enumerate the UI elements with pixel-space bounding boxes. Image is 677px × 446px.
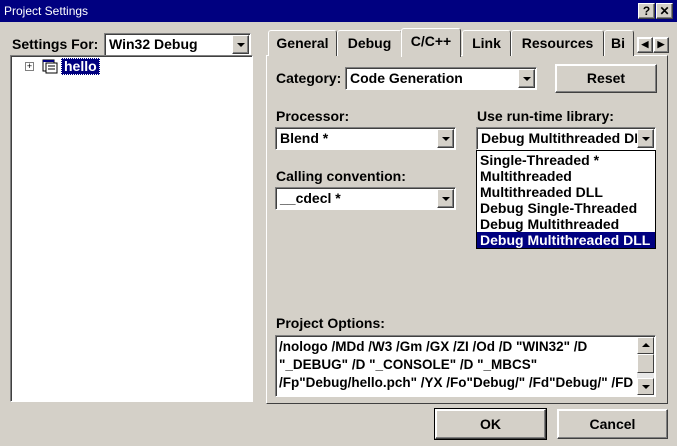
arrow-left-icon: ◀ (641, 39, 649, 49)
tab-link[interactable]: Link (462, 30, 511, 56)
runtime-value: Debug Multithreaded DL (481, 130, 643, 146)
settings-for-label: Settings For: (12, 36, 99, 52)
chevron-down-icon[interactable] (518, 69, 535, 88)
chevron-down-icon[interactable] (437, 189, 454, 208)
ok-button[interactable]: OK (434, 408, 547, 440)
window-title: Project Settings (4, 4, 89, 18)
project-options-line: "_DEBUG" /D "_CONSOLE" /D "_MBCS" (279, 357, 538, 372)
tab-scroll-left-button[interactable]: ◀ (637, 37, 653, 53)
project-options-scrollbar[interactable] (637, 337, 654, 395)
runtime-label: Use run-time library: (477, 108, 614, 124)
settings-for-combo[interactable]: Win32 Debug (104, 33, 251, 56)
project-icon (42, 58, 59, 74)
scroll-thumb[interactable] (637, 354, 654, 373)
runtime-option[interactable]: Multithreaded DLL (477, 184, 655, 200)
tree-item-hello[interactable]: hello (61, 58, 100, 75)
close-button[interactable]: ✕ (656, 3, 673, 19)
reset-button[interactable]: Reset (555, 64, 657, 93)
calling-convention-combo[interactable]: __cdecl * (275, 187, 456, 210)
processor-value: Blend * (280, 130, 329, 146)
processor-combo[interactable]: Blend * (275, 127, 456, 150)
arrow-right-icon: ▶ (657, 39, 665, 49)
category-value: Code Generation (350, 70, 463, 86)
calling-convention-value: __cdecl * (280, 190, 341, 206)
calling-convention-label: Calling convention: (276, 168, 406, 184)
cancel-button[interactable]: Cancel (557, 409, 668, 439)
tree-expander[interactable]: + (25, 62, 34, 71)
tab-debug[interactable]: Debug (337, 30, 402, 56)
category-label: Category: (276, 70, 342, 86)
chevron-down-icon[interactable] (437, 129, 454, 148)
runtime-combo[interactable]: Debug Multithreaded DL (476, 127, 656, 150)
project-tree[interactable] (10, 55, 253, 402)
project-options-line: /nologo /MDd /W3 /Gm /GX /ZI /Od /D "WIN… (279, 339, 588, 354)
tab-general[interactable]: General (268, 30, 337, 56)
arrow-down-icon (642, 385, 650, 389)
help-button[interactable]: ? (638, 3, 655, 19)
project-options-label: Project Options: (276, 315, 385, 331)
tab-cpp[interactable]: C/C++ (401, 28, 461, 57)
chevron-down-icon[interactable] (232, 35, 249, 54)
scroll-down-button[interactable] (637, 378, 654, 395)
scroll-up-button[interactable] (637, 337, 654, 354)
runtime-option[interactable]: Debug Multithreaded (477, 216, 655, 232)
title-bar[interactable]: Project Settings (0, 0, 677, 22)
runtime-option-selected[interactable]: Debug Multithreaded DLL (477, 232, 655, 248)
category-combo[interactable]: Code Generation (345, 67, 537, 90)
runtime-option[interactable]: Debug Single-Threaded (477, 200, 655, 216)
tab-resources[interactable]: Resources (511, 30, 604, 56)
processor-label: Processor: (276, 108, 350, 124)
project-options-line: /Fp"Debug/hello.pch" /YX /Fo"Debug/" /Fd… (279, 375, 634, 390)
settings-for-value: Win32 Debug (109, 36, 198, 52)
chevron-down-icon[interactable] (637, 129, 654, 148)
arrow-up-icon (642, 343, 650, 347)
project-options-textbox[interactable]: /nologo /MDd /W3 /Gm /GX /ZI /Od /D "WIN… (275, 335, 656, 397)
tab-browse[interactable]: Bi (604, 30, 634, 56)
tab-scroll-right-button[interactable]: ▶ (653, 37, 669, 53)
runtime-dropdown-list[interactable]: Single-Threaded * Multithreaded Multithr… (476, 150, 656, 249)
runtime-option[interactable]: Single-Threaded * (477, 152, 655, 168)
runtime-option[interactable]: Multithreaded (477, 168, 655, 184)
